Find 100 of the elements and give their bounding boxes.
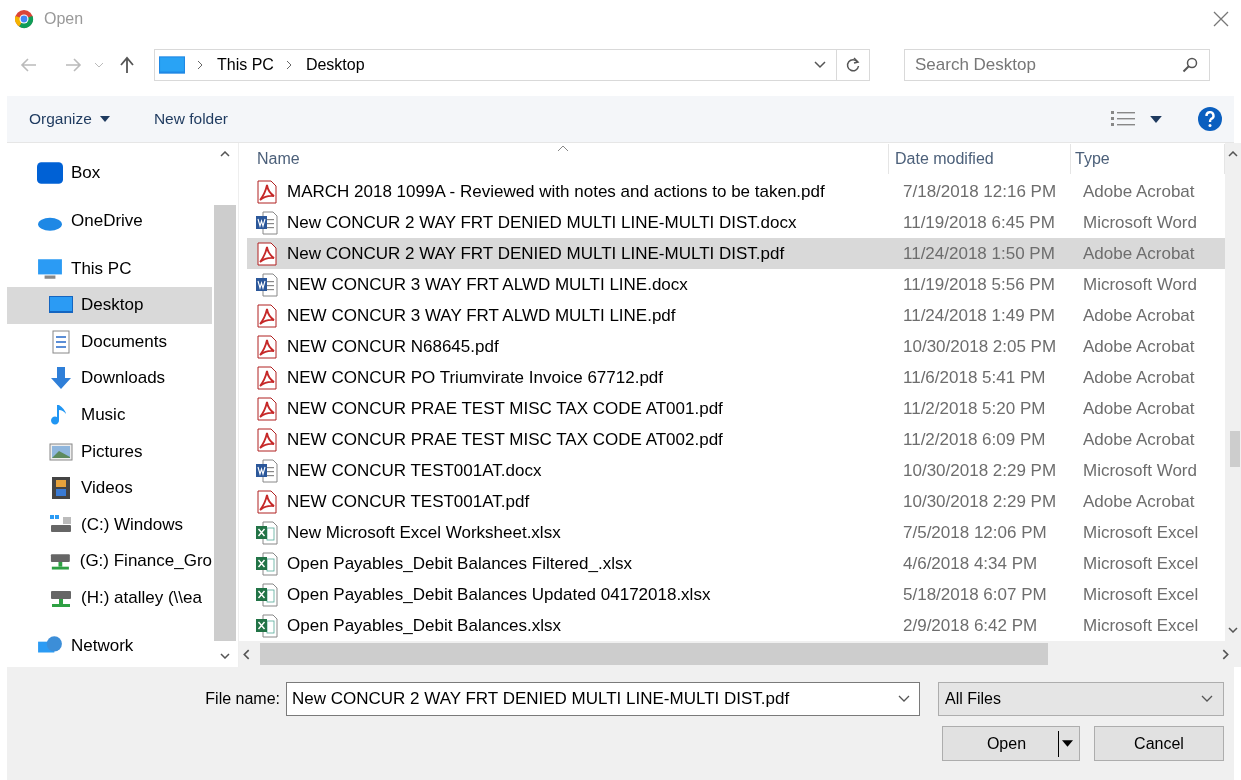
- date-modified: 11/24/2018 1:49 PM: [903, 305, 1055, 325]
- file-icon: [255, 303, 279, 328]
- file-row[interactable]: NEW CONCUR 3 WAY FRT ALWD MULTI LINE.pdf 11/24/2018 1:49 PM Adobe Acrobat: [247, 300, 1225, 331]
- chevron-right-icon: [197, 60, 203, 70]
- organize-button[interactable]: Organize: [19, 106, 120, 132]
- scroll-left-icon[interactable]: [243, 648, 250, 660]
- sidebar-item[interactable]: Box: [7, 155, 212, 191]
- file-row[interactable]: New Microsoft Excel Worksheet.xlsx 7/5/2018 12:06 PM Microsoft Excel: [247, 517, 1225, 548]
- date-modified: 10/30/2018 2:05 PM: [903, 336, 1057, 356]
- file-row[interactable]: MARCH 2018 1099A - Reviewed with notes and actions to be taken.pdf 7/18/2018 12:16 PM Adobe Acrobat: [247, 176, 1225, 207]
- scroll-down-icon[interactable]: [1228, 627, 1238, 633]
- file-type: Microsoft Excel: [1083, 553, 1199, 573]
- sidebar-icon: [49, 366, 73, 391]
- date-modified: 11/6/2018 5:41 PM: [903, 367, 1046, 387]
- file-row[interactable]: Open Payables_Debit Balances Updated 04172018.xlsx 5/18/2018 6:07 PM Microsoft Excel: [247, 579, 1225, 610]
- chevron-down-icon: [1201, 695, 1213, 703]
- refresh-icon[interactable]: [845, 57, 861, 73]
- file-row[interactable]: NEW CONCUR N68645.pdf 10/30/2018 2:05 PM Adobe Acrobat: [247, 331, 1225, 362]
- file-icon: [255, 582, 279, 607]
- sidebar-item[interactable]: This PC: [7, 251, 212, 287]
- sidebar-item[interactable]: Music: [7, 396, 212, 434]
- file-icon: [255, 427, 279, 452]
- file-name: NEW CONCUR TEST001AT.pdf: [287, 491, 530, 512]
- column-header[interactable]: Name: [239, 144, 889, 174]
- file-type: Adobe Acrobat: [1083, 243, 1195, 263]
- browser-logo-icon: [14, 9, 34, 29]
- file-row[interactable]: New CONCUR 2 WAY FRT DENIED MULTI LINE-MULTI DIST.pdf 11/24/2018 1:50 PM Adobe Acrobat: [247, 238, 1225, 269]
- file-type: Adobe Acrobat: [1083, 398, 1195, 418]
- file-name: New CONCUR 2 WAY FRT DENIED MULTI LINE-MULTI DIST.docx: [287, 212, 797, 233]
- file-name: NEW CONCUR N68645.pdf: [287, 336, 499, 357]
- file-name: NEW CONCUR PRAE TEST MISC TAX CODE AT001.pdf: [287, 398, 723, 419]
- scroll-thumb[interactable]: [1230, 431, 1240, 467]
- chevron-down-icon[interactable]: [898, 695, 910, 703]
- sidebar-item[interactable]: Network: [7, 628, 212, 665]
- scrollbar[interactable]: [239, 641, 1241, 667]
- view-options-icon[interactable]: [1110, 110, 1136, 128]
- file-icon: [255, 272, 279, 297]
- scroll-down-icon[interactable]: [220, 653, 230, 659]
- chevron-down-icon[interactable]: [814, 61, 826, 69]
- file-icon: [255, 334, 279, 359]
- sidebar-icon: [49, 329, 73, 354]
- sidebar-item[interactable]: Pictures: [7, 433, 212, 470]
- cancel-button[interactable]: Cancel: [1094, 726, 1224, 761]
- file-icon: [255, 489, 279, 514]
- file-name: New CONCUR 2 WAY FRT DENIED MULTI LINE-MULTI DIST.pdf: [287, 243, 785, 264]
- file-icon: [255, 551, 279, 576]
- file-name: NEW CONCUR 3 WAY FRT ALWD MULTI LINE.pdf: [287, 305, 676, 326]
- file-row[interactable]: NEW CONCUR PRAE TEST MISC TAX CODE AT002.pdf 11/2/2018 6:09 PM Adobe Acrobat: [247, 424, 1225, 455]
- file-type: Microsoft Excel: [1083, 615, 1199, 635]
- file-icon: [255, 520, 279, 545]
- date-modified: 4/6/2018 4:34 PM: [903, 553, 1038, 573]
- caret-icon: [1062, 740, 1073, 747]
- caret-icon[interactable]: [1150, 115, 1162, 123]
- scrollbar[interactable]: [1225, 143, 1241, 641]
- search-field[interactable]: Search Desktop: [904, 49, 1210, 81]
- column-header[interactable]: Date modified: [889, 144, 1071, 174]
- file-name-field[interactable]: New CONCUR 2 WAY FRT DENIED MULTI LINE-MULTI DIST.pdf: [286, 682, 920, 716]
- date-modified: 11/24/2018 1:50 PM: [903, 243, 1055, 263]
- file-type: Microsoft Word: [1083, 460, 1197, 480]
- date-modified: 7/5/2018 12:06 PM: [903, 522, 1047, 542]
- file-type-dropdown[interactable]: All Files: [938, 682, 1224, 716]
- breadcrumb[interactable]: This PC: [217, 56, 274, 74]
- scroll-up-icon[interactable]: [220, 151, 230, 157]
- scroll-right-icon[interactable]: [1222, 648, 1229, 660]
- sidebar-item[interactable]: Desktop: [7, 287, 212, 324]
- file-row[interactable]: NEW CONCUR 3 WAY FRT ALWD MULTI LINE.docx 11/19/2018 5:56 PM Microsoft Word: [247, 269, 1225, 300]
- help-icon[interactable]: [1198, 107, 1222, 131]
- up-arrow-icon[interactable]: [118, 56, 136, 74]
- file-name: Open Payables_Debit Balances Updated 04172018.xlsx: [287, 584, 711, 605]
- file-icon: [255, 365, 279, 390]
- file-icon: [255, 613, 279, 638]
- file-type: Microsoft Word: [1083, 212, 1197, 232]
- breadcrumb[interactable]: Desktop: [305, 56, 365, 74]
- file-row[interactable]: NEW CONCUR TEST001AT.pdf 10/30/2018 2:29 PM Adobe Acrobat: [247, 486, 1225, 517]
- close-icon[interactable]: [1213, 11, 1229, 27]
- date-modified: 11/2/2018 5:20 PM: [903, 398, 1046, 418]
- sidebar-item[interactable]: (H:) atalley (\\ea: [7, 579, 212, 617]
- file-type: Adobe Acrobat: [1083, 429, 1195, 449]
- file-name: NEW CONCUR TEST001AT.docx: [287, 460, 542, 481]
- file-icon: [255, 458, 279, 483]
- file-row[interactable]: Open Payables_Debit Balances Filtered_.xlsx 4/6/2018 4:34 PM Microsoft Excel: [247, 548, 1225, 579]
- sidebar-item[interactable]: Videos: [7, 469, 212, 507]
- sidebar-item[interactable]: Downloads: [7, 360, 212, 397]
- file-row[interactable]: NEW CONCUR TEST001AT.docx 10/30/2018 2:29 PM Microsoft Word: [247, 455, 1225, 486]
- sidebar-item[interactable]: Documents: [7, 323, 212, 361]
- sidebar-item[interactable]: OneDrive: [7, 203, 212, 239]
- file-row[interactable]: NEW CONCUR PRAE TEST MISC TAX CODE AT001.pdf 11/2/2018 5:20 PM Adobe Acrobat: [247, 393, 1225, 424]
- file-name: NEW CONCUR 3 WAY FRT ALWD MULTI LINE.docx: [287, 274, 688, 295]
- sidebar-item[interactable]: (C:) Windows: [7, 506, 212, 544]
- scroll-up-icon[interactable]: [1228, 151, 1238, 157]
- file-row[interactable]: Open Payables_Debit Balances.xlsx 2/9/2018 6:42 PM Microsoft Excel: [247, 610, 1225, 641]
- file-name: NEW CONCUR PO Triumvirate Invoice 67712.pdf: [287, 367, 663, 388]
- open-button[interactable]: Open: [942, 726, 1080, 761]
- file-row[interactable]: NEW CONCUR PO Triumvirate Invoice 67712.pdf 11/6/2018 5:41 PM Adobe Acrobat: [247, 362, 1225, 393]
- new-folder-button[interactable]: New folder: [143, 106, 238, 132]
- file-row[interactable]: New CONCUR 2 WAY FRT DENIED MULTI LINE-MULTI DIST.docx 11/19/2018 6:45 PM Microsoft Word: [247, 207, 1225, 238]
- sidebar-icon: [49, 476, 73, 501]
- chevron-right-icon: [285, 60, 292, 70]
- address-bar[interactable]: This PC Desktop: [154, 49, 870, 81]
- sidebar-item[interactable]: (G:) Finance_Gro: [7, 543, 212, 580]
